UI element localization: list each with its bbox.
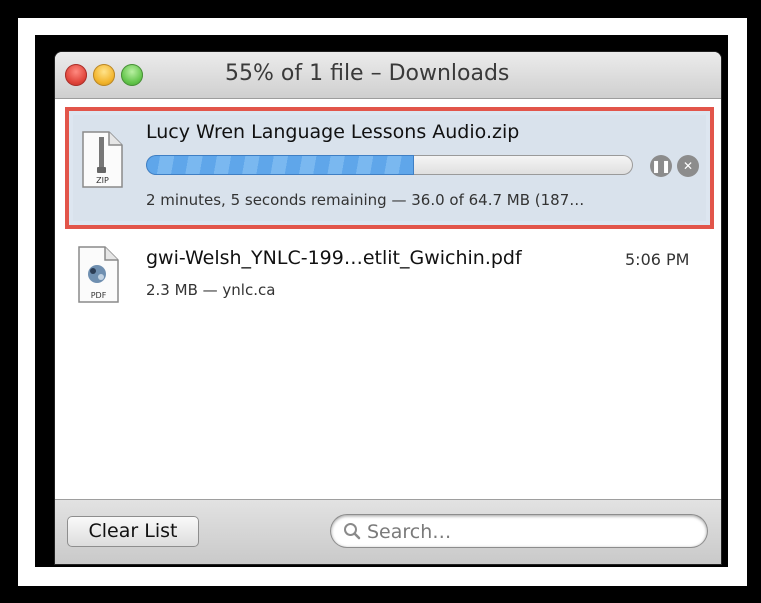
- download-status: 2.3 MB — ynlc.ca: [146, 281, 276, 299]
- clear-list-button[interactable]: Clear List: [67, 516, 199, 547]
- pause-button[interactable]: ❚❚: [650, 155, 672, 177]
- pdf-file-icon: PDF: [78, 246, 119, 303]
- search-icon: [344, 523, 361, 540]
- zoom-window-button[interactable]: [121, 64, 143, 86]
- search-field[interactable]: [331, 515, 707, 547]
- download-progress-bar: [146, 155, 633, 175]
- download-status: 2 minutes, 5 seconds remaining — 36.0 of…: [146, 191, 585, 209]
- zip-file-icon: ZIP: [82, 131, 123, 188]
- minimize-window-button[interactable]: [93, 64, 115, 86]
- download-item-active[interactable]: ZIP Lucy Wren Language Lessons Audio.zip…: [65, 107, 714, 229]
- title-bar[interactable]: 55% of 1 file – Downloads: [55, 52, 721, 99]
- download-progress-fill: [146, 155, 414, 175]
- download-filename: gwi-Welsh_YNLC-199…etlit_Gwichin.pdf: [146, 247, 522, 269]
- bottom-bar: Clear List: [55, 499, 721, 564]
- cancel-download-button[interactable]: ✕: [677, 155, 699, 177]
- downloads-window: 55% of 1 file – Downloads ZIP Lucy Wren …: [55, 52, 721, 564]
- download-item-completed[interactable]: PDF gwi-Welsh_YNLC-199…etlit_Gwichin.pdf…: [55, 239, 721, 319]
- window-title: 55% of 1 file – Downloads: [225, 61, 510, 86]
- close-window-button[interactable]: [65, 64, 87, 86]
- zip-type-label: ZIP: [96, 176, 109, 185]
- pause-icon: ❚❚: [650, 159, 672, 173]
- download-filename: Lucy Wren Language Lessons Audio.zip: [146, 121, 520, 143]
- search-input[interactable]: [365, 519, 689, 545]
- download-time: 5:06 PM: [625, 250, 690, 269]
- cancel-icon: ✕: [682, 159, 694, 173]
- downloads-list: ZIP Lucy Wren Language Lessons Audio.zip…: [55, 99, 721, 499]
- pdf-type-label: PDF: [91, 291, 107, 300]
